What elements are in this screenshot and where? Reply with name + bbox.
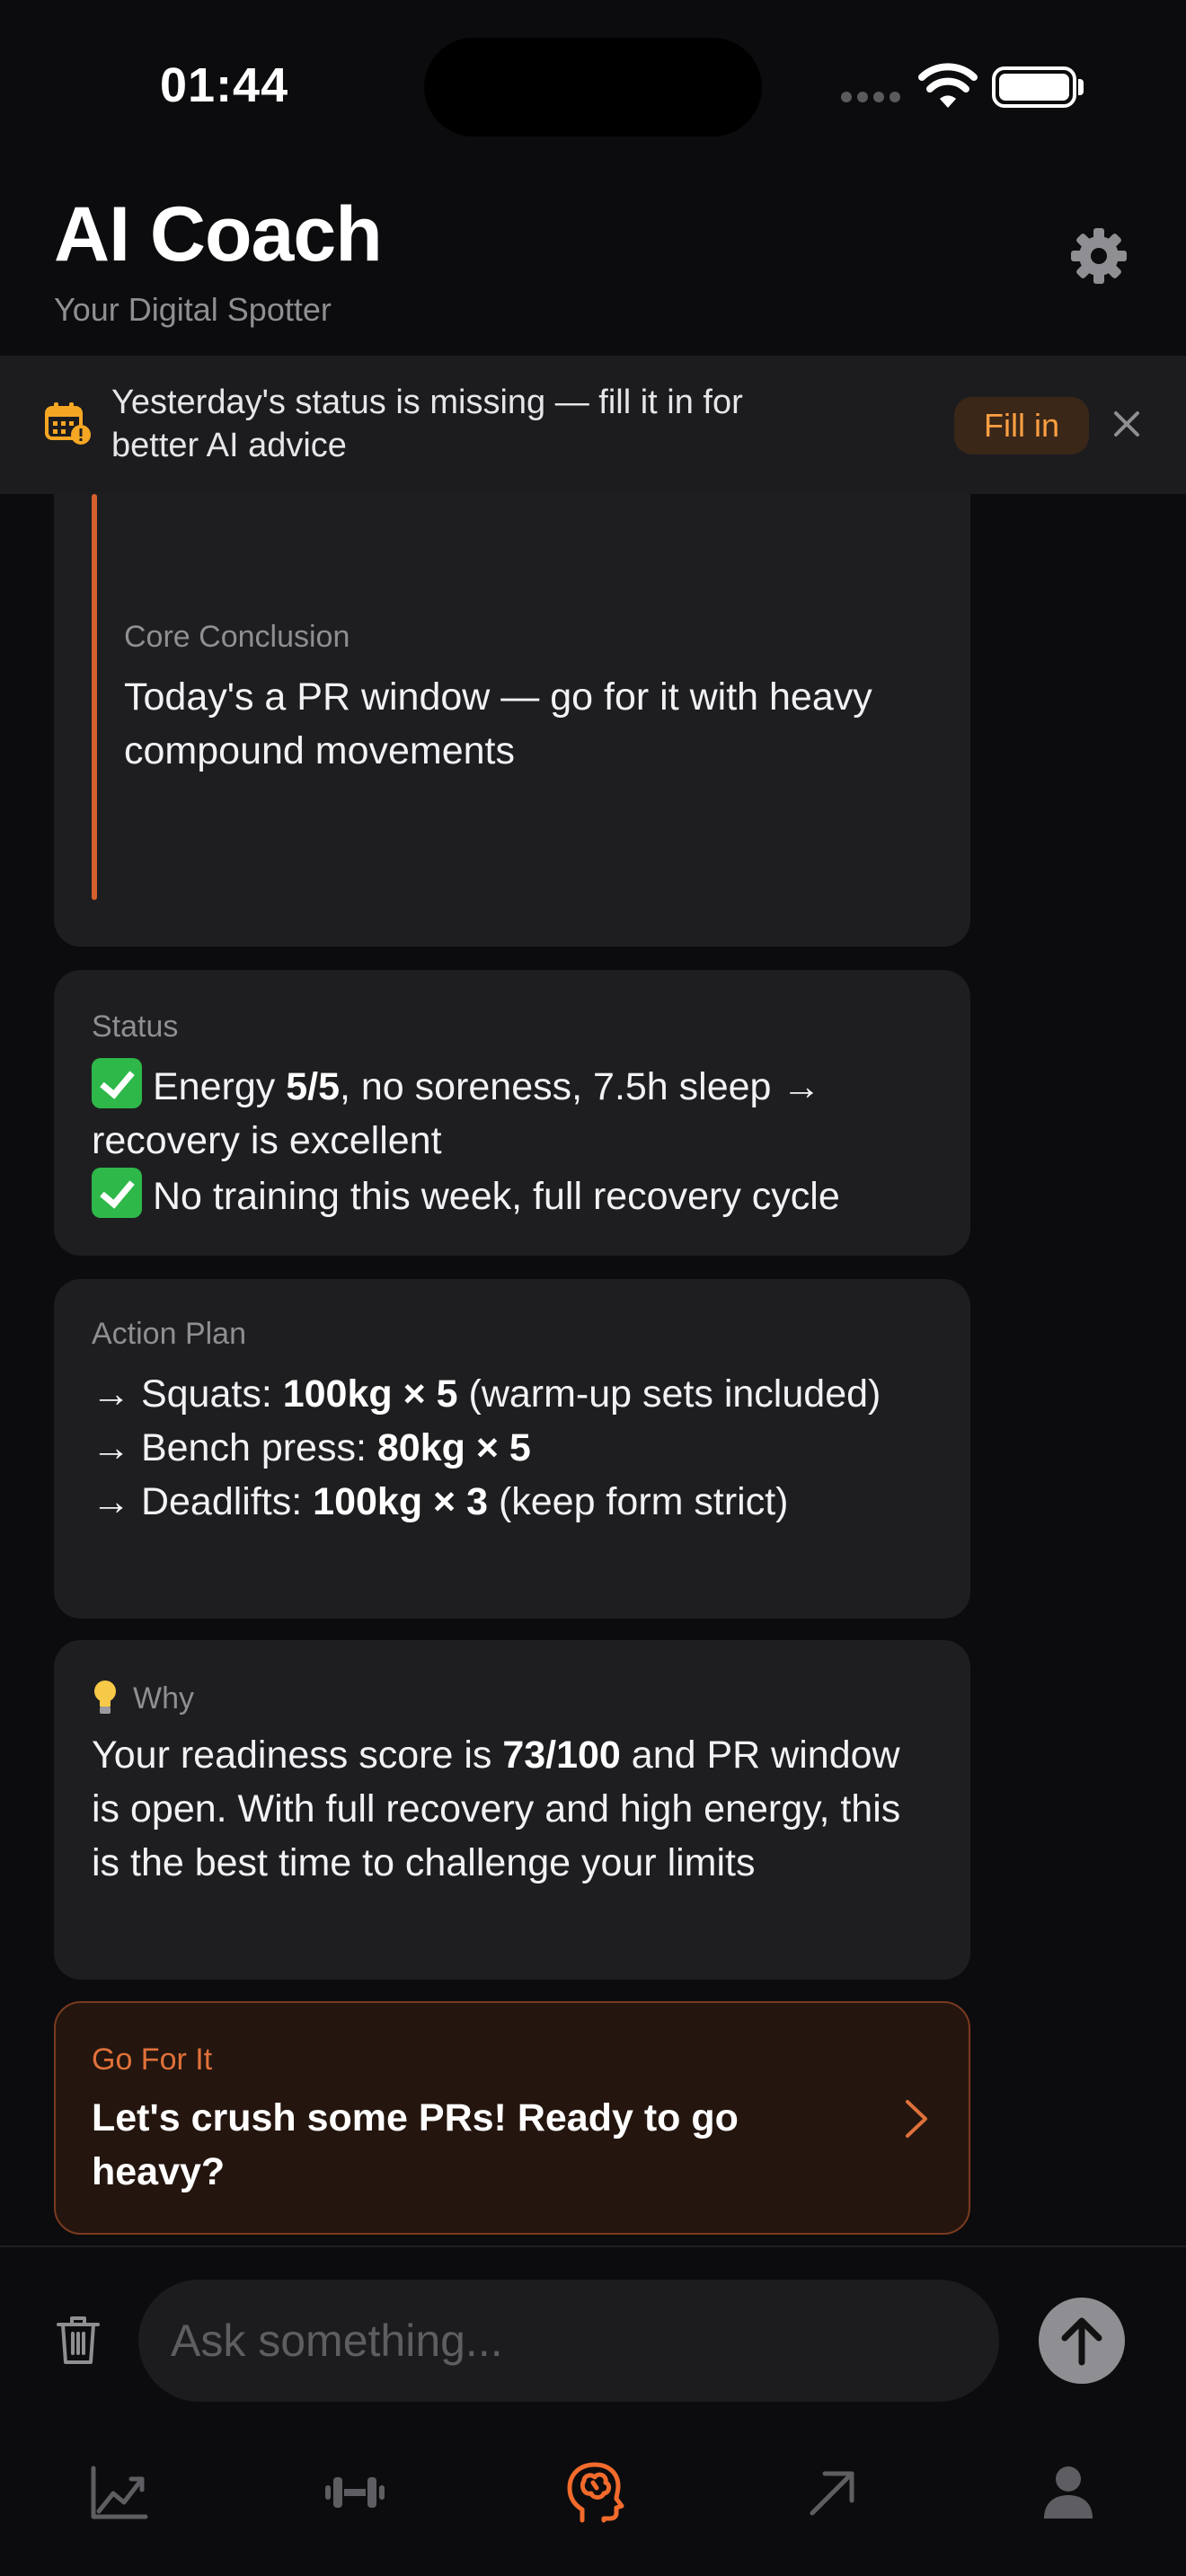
status-card-body: Energy 5/5, no soreness, 7.5h sleep → re… [92,1058,954,1223]
banner-message: Yesterday's status is missing — fill it … [111,384,743,464]
why-text: Your readiness score is 73/100 and PR wi… [92,1734,901,1884]
core-conclusion-label: Core Conclusion [124,620,350,654]
arrow-up-icon [1061,2317,1102,2366]
ask-input[interactable] [138,2280,999,2402]
status-card-label: Status [92,1010,179,1044]
dumbbell-icon[interactable] [323,2461,386,2524]
close-icon[interactable] [1111,408,1143,440]
page-title: AI Coach [54,191,383,278]
brain-head-icon[interactable] [562,2461,625,2524]
action-plan-list: → Squats: 100kg × 5 (warm-up sets includ… [92,1367,954,1529]
go-for-it-label: Go For It [92,2042,213,2077]
trend-chart-icon[interactable] [88,2461,151,2524]
action-plan-label: Action Plan [92,1317,246,1351]
action-item-squats: → Squats: 100kg × 5 (warm-up sets includ… [92,1372,881,1416]
status-line-training: No training this week, full recovery cyc… [92,1168,954,1223]
status-line-energy: Energy 5/5, no soreness, 7.5h sleep → re… [92,1058,954,1168]
fill-in-button[interactable]: Fill in [954,397,1089,454]
wifi-icon [918,63,978,108]
send-button[interactable] [1039,2298,1125,2384]
battery-icon [992,66,1076,108]
cellular-signal-icon [841,92,902,104]
chevron-right-icon [906,2100,927,2138]
core-conclusion-text: Today's a PR window — go for it with hea… [124,675,872,772]
person-icon[interactable] [1037,2461,1100,2524]
lightbulb-icon [94,1681,116,1714]
gear-icon[interactable] [1069,226,1128,286]
input-divider [0,2245,1186,2247]
check-mark-icon [92,1168,142,1218]
action-item-deadlifts: → Deadlifts: 100kg × 3 (keep form strict… [92,1480,789,1523]
check-mark-icon [92,1058,142,1108]
go-for-it-text: Let's crush some PRs! Ready to go heavy? [92,2096,739,2193]
page-subtitle: Your Digital Spotter [54,291,332,328]
trash-icon[interactable] [56,2314,101,2366]
arrow-up-right-icon[interactable] [801,2461,864,2524]
dynamic-island [424,38,762,137]
calendar-alert-icon [45,402,91,445]
action-item-bench: → Bench press: 80kg × 5 [92,1426,531,1469]
battery-tip [1078,79,1084,95]
core-accent-bar [92,494,97,900]
status-time: 01:44 [160,58,289,112]
why-label: Why [92,1680,194,1716]
